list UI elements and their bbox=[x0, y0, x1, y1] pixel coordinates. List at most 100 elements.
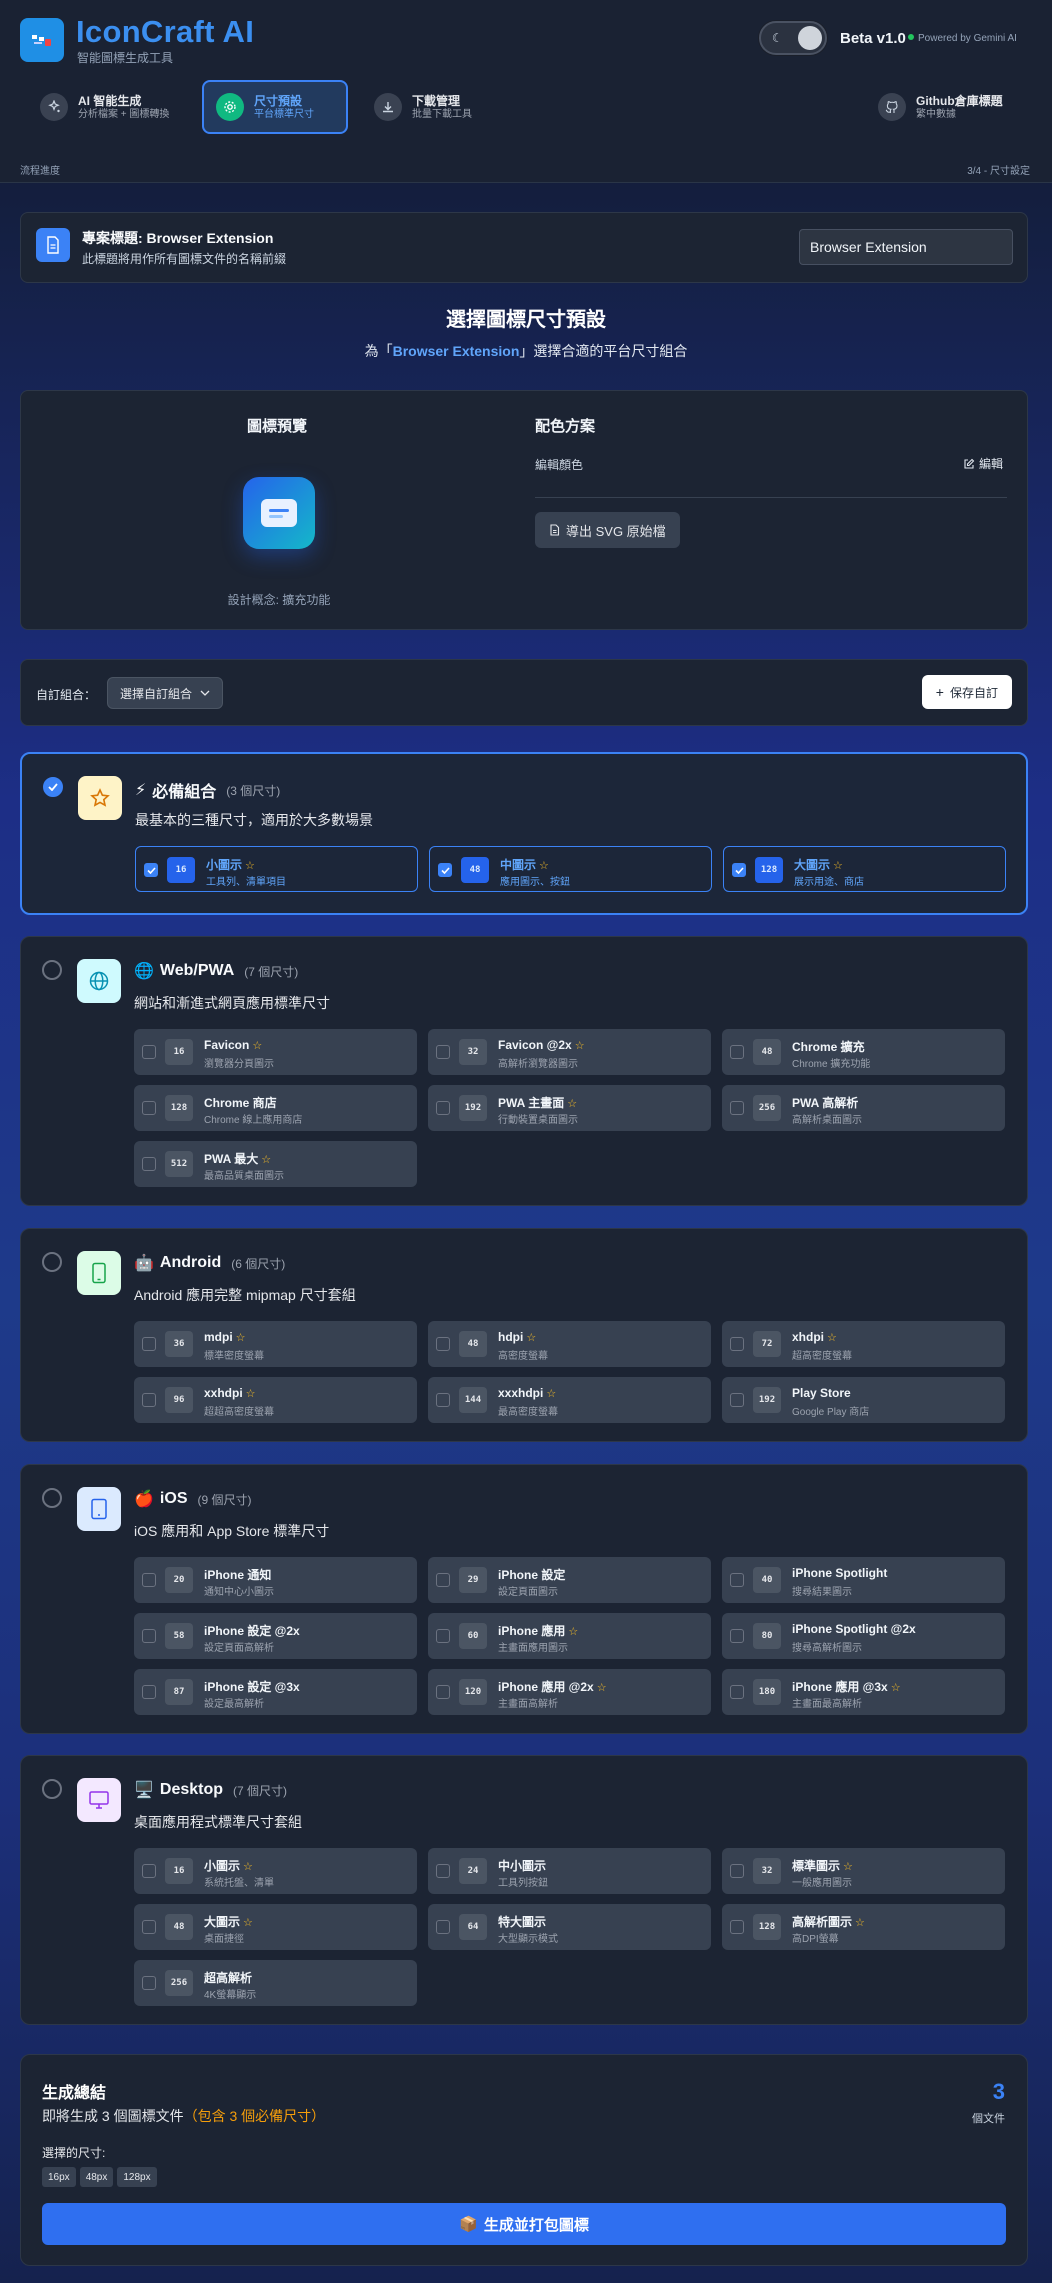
size-option[interactable]: 24 中小圖示 工具列按鈕 bbox=[428, 1848, 711, 1894]
nav-size-presets[interactable]: 尺寸預設 平台標準尺寸 bbox=[202, 80, 348, 134]
project-title-input[interactable] bbox=[799, 229, 1013, 265]
size-checkbox[interactable] bbox=[730, 1629, 744, 1643]
size-checkbox[interactable] bbox=[730, 1101, 744, 1115]
size-checkbox[interactable] bbox=[732, 863, 746, 877]
size-checkbox[interactable] bbox=[144, 863, 158, 877]
size-checkbox[interactable] bbox=[436, 1685, 450, 1699]
size-checkbox[interactable] bbox=[436, 1393, 450, 1407]
size-option[interactable]: 36 mdpi ☆ 標準密度螢幕 bbox=[134, 1321, 417, 1367]
size-description: 瀏覽器分頁圖示 bbox=[204, 1059, 274, 1070]
size-name: 小圖示 ☆ bbox=[204, 1859, 253, 1873]
toggle-knob bbox=[798, 26, 822, 50]
size-badge: 48 bbox=[461, 857, 489, 883]
star-icon: ☆ bbox=[827, 1332, 837, 1344]
size-option[interactable]: 87 iPhone 設定 @3x 設定最高解析 bbox=[134, 1669, 417, 1715]
size-checkbox[interactable] bbox=[142, 1864, 156, 1878]
export-svg-button[interactable]: 導出 SVG 原始檔 bbox=[535, 512, 680, 548]
size-option[interactable]: 120 iPhone 應用 @2x ☆ 主畫面高解析 bbox=[428, 1669, 711, 1715]
size-option[interactable]: 180 iPhone 應用 @3x ☆ 主畫面最高解析 bbox=[722, 1669, 1005, 1715]
size-checkbox[interactable] bbox=[730, 1864, 744, 1878]
size-checkbox[interactable] bbox=[436, 1045, 450, 1059]
size-option[interactable]: 64 特大圖示 大型顯示模式 bbox=[428, 1904, 711, 1950]
size-checkbox[interactable] bbox=[730, 1337, 744, 1351]
size-option[interactable]: 48 hdpi ☆ 高密度螢幕 bbox=[428, 1321, 711, 1367]
size-option[interactable]: 16 小圖示 ☆ 系統托盤、清單 bbox=[134, 1848, 417, 1894]
size-option[interactable]: 20 iPhone 通知 通知中心小圖示 bbox=[134, 1557, 417, 1603]
group-checkbox[interactable] bbox=[42, 1488, 62, 1508]
lightning-icon: ⚡ bbox=[135, 782, 147, 799]
size-option[interactable]: 48 Chrome 擴充 Chrome 擴充功能 bbox=[722, 1029, 1005, 1075]
size-checkbox[interactable] bbox=[436, 1920, 450, 1934]
size-checkbox[interactable] bbox=[730, 1045, 744, 1059]
nav-download[interactable]: 下載管理 批量下載工具 bbox=[362, 80, 502, 134]
size-name: PWA 高解析 bbox=[792, 1096, 859, 1110]
save-custom-button[interactable]: + 保存自訂 bbox=[921, 675, 1012, 709]
size-option[interactable]: 128 高解析圖示 ☆ 高DPI螢幕 bbox=[722, 1904, 1005, 1950]
size-option[interactable]: 128 Chrome 商店 Chrome 線上應用商店 bbox=[134, 1085, 417, 1131]
size-option[interactable]: 48 大圖示 ☆ 桌面捷徑 bbox=[134, 1904, 417, 1950]
size-checkbox[interactable] bbox=[142, 1157, 156, 1171]
group-title: 🖥️ Desktop (7 個尺寸) bbox=[134, 1781, 288, 1799]
size-checkbox[interactable] bbox=[730, 1573, 744, 1587]
size-checkbox[interactable] bbox=[436, 1573, 450, 1587]
size-checkbox[interactable] bbox=[730, 1685, 744, 1699]
group-android[interactable]: 🤖 Android (6 個尺寸) Android 應用完整 mipmap 尺寸套組… bbox=[20, 1228, 1028, 1442]
size-checkbox[interactable] bbox=[142, 1573, 156, 1587]
size-checkbox[interactable] bbox=[730, 1920, 744, 1934]
size-option[interactable]: 256 超高解析 4K螢幕顯示 bbox=[134, 1960, 417, 2006]
size-option[interactable]: 80 iPhone Spotlight @2x 搜尋高解析圖示 bbox=[722, 1613, 1005, 1659]
size-name: PWA 主畫面 ☆ bbox=[498, 1096, 578, 1110]
size-option[interactable]: 96 xxhdpi ☆ 超超高密度螢幕 bbox=[134, 1377, 417, 1423]
size-checkbox[interactable] bbox=[436, 1101, 450, 1115]
size-option[interactable]: 40 iPhone Spotlight 搜尋結果圖示 bbox=[722, 1557, 1005, 1603]
edit-colors-button[interactable]: 編輯 bbox=[963, 455, 1003, 472]
size-checkbox[interactable] bbox=[142, 1337, 156, 1351]
custom-combo-select[interactable]: 選擇自訂組合 bbox=[107, 677, 224, 709]
size-checkbox[interactable] bbox=[730, 1393, 744, 1407]
size-checkbox[interactable] bbox=[142, 1920, 156, 1934]
size-option[interactable]: 58 iPhone 設定 @2x 設定頁面高解析 bbox=[134, 1613, 417, 1659]
size-option[interactable]: 128 大圖示 ☆ 展示用途、商店 bbox=[723, 846, 1006, 892]
icon-preview bbox=[243, 477, 315, 549]
size-option[interactable]: 16 Favicon ☆ 瀏覽器分頁圖示 bbox=[134, 1029, 417, 1075]
size-option[interactable]: 192 Play Store Google Play 商店 bbox=[722, 1377, 1005, 1423]
size-option[interactable]: 72 xhdpi ☆ 超高密度螢幕 bbox=[722, 1321, 1005, 1367]
group-web-pwa[interactable]: 🌐 Web/PWA (7 個尺寸) 網站和漸進式網頁應用標準尺寸 16 Favicon… bbox=[20, 936, 1028, 1206]
size-checkbox[interactable] bbox=[142, 1045, 156, 1059]
size-checkbox[interactable] bbox=[142, 1101, 156, 1115]
nav-subtitle: 批量下載工具 bbox=[412, 108, 472, 120]
nav-ai-generate[interactable]: AI 智能生成 分析檔案 + 圖標轉換 bbox=[28, 80, 188, 134]
size-checkbox[interactable] bbox=[142, 1629, 156, 1643]
group-checkbox[interactable] bbox=[43, 777, 63, 797]
size-option[interactable]: 512 PWA 最大 ☆ 最高品質桌面圖示 bbox=[134, 1141, 417, 1187]
size-option[interactable]: 16 小圖示 ☆ 工具列、清單項目 bbox=[135, 846, 418, 892]
group-ios[interactable]: 🍎 iOS (9 個尺寸) iOS 應用和 App Store 標準尺寸 20 iPh… bbox=[20, 1464, 1028, 1734]
nav-github[interactable]: Github倉庫標題 繁中數據 bbox=[866, 80, 1026, 134]
size-option[interactable]: 32 標準圖示 ☆ 一般應用圖示 bbox=[722, 1848, 1005, 1894]
group-checkbox[interactable] bbox=[42, 1252, 62, 1272]
group-description: 最基本的三種尺寸，適用於大多數場景 bbox=[135, 812, 373, 828]
group-checkbox[interactable] bbox=[42, 960, 62, 980]
size-option[interactable]: 29 iPhone 設定 設定頁面圖示 bbox=[428, 1557, 711, 1603]
size-checkbox[interactable] bbox=[438, 863, 452, 877]
size-option[interactable]: 48 中圖示 ☆ 應用圖示、按鈕 bbox=[429, 846, 712, 892]
size-option[interactable]: 256 PWA 高解析 高解析桌面圖示 bbox=[722, 1085, 1005, 1131]
theme-toggle[interactable]: ☾ bbox=[759, 21, 827, 55]
size-badge: 48 bbox=[459, 1331, 487, 1357]
size-checkbox[interactable] bbox=[436, 1864, 450, 1878]
size-description: 搜尋高解析圖示 bbox=[792, 1643, 862, 1654]
group-desktop[interactable]: 🖥️ Desktop (7 個尺寸) 桌面應用程式標準尺寸套組 16 小圖示 ☆ 系統托盤… bbox=[20, 1755, 1028, 2025]
generate-button[interactable]: 📦 生成並打包圖標 bbox=[42, 2203, 1006, 2245]
size-option[interactable]: 32 Favicon @2x ☆ 高解析瀏覽器圖示 bbox=[428, 1029, 711, 1075]
size-checkbox[interactable] bbox=[142, 1685, 156, 1699]
size-badge: 16 bbox=[165, 1039, 193, 1065]
group-checkbox[interactable] bbox=[42, 1779, 62, 1799]
size-option[interactable]: 192 PWA 主畫面 ☆ 行動裝置桌面圖示 bbox=[428, 1085, 711, 1131]
size-checkbox[interactable] bbox=[436, 1629, 450, 1643]
size-checkbox[interactable] bbox=[436, 1337, 450, 1351]
size-checkbox[interactable] bbox=[142, 1393, 156, 1407]
size-option[interactable]: 144 xxxhdpi ☆ 最高密度螢幕 bbox=[428, 1377, 711, 1423]
size-checkbox[interactable] bbox=[142, 1976, 156, 1990]
size-option[interactable]: 60 iPhone 應用 ☆ 主畫面應用圖示 bbox=[428, 1613, 711, 1659]
group-essential[interactable]: ⚡ 必備組合 (3 個尺寸) 最基本的三種尺寸，適用於大多數場景 16 小圖示 ☆ 工具列… bbox=[20, 752, 1028, 915]
